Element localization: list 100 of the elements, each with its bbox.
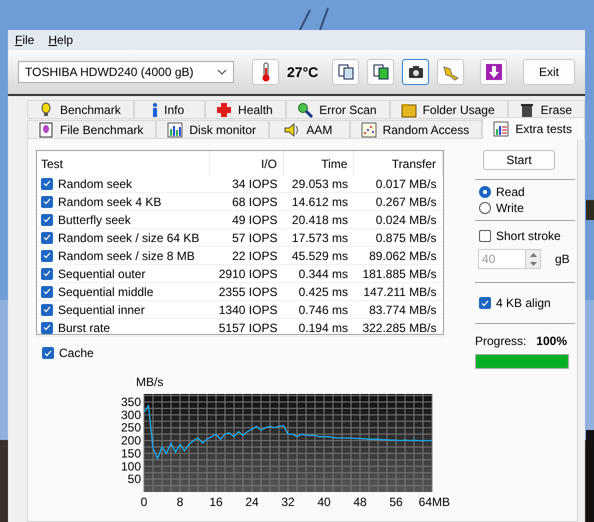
table-cell: 0.267 MB/s	[354, 192, 442, 210]
tab[interactable]: Disk monitor	[156, 120, 270, 139]
tick-label: 32	[281, 495, 295, 509]
wrench-button[interactable]	[437, 59, 464, 85]
checkbox[interactable]	[41, 322, 53, 334]
copy-icon	[336, 63, 354, 81]
tab[interactable]: Extra tests	[482, 117, 585, 139]
table-cell: 1340 IOPS	[209, 300, 284, 318]
table-cell: Sequential middle	[58, 284, 154, 298]
menu-item[interactable]: File	[15, 33, 34, 47]
axis-label: MB	[432, 495, 450, 509]
table-cell: 22 IOPS	[209, 246, 284, 264]
start-button[interactable]: Start	[483, 150, 555, 170]
camera-icon	[406, 63, 424, 81]
temperature-reading: 27°C	[287, 64, 318, 80]
tick-label: 40	[317, 495, 331, 509]
checkbox[interactable]	[41, 196, 53, 208]
table-cell: 0.194 ms	[283, 318, 354, 336]
speaker-icon	[284, 122, 300, 138]
checkbox-label: 4 KB align	[496, 296, 551, 310]
table-cell: 0.875 MB/s	[354, 228, 442, 246]
folder-icon	[400, 102, 417, 118]
cross-icon	[216, 102, 232, 118]
table-cell: Random seek / size 8 MB	[58, 248, 195, 262]
download-icon	[484, 63, 502, 81]
table-cell: 45.529 ms	[283, 246, 354, 264]
table-cell: 34 IOPS	[209, 175, 284, 192]
copy-button[interactable]	[367, 59, 394, 85]
tick-label: 0	[140, 495, 148, 509]
tab[interactable]: Health	[204, 100, 286, 119]
copy-icon	[372, 63, 390, 81]
thermometer-icon	[260, 62, 270, 82]
thermometer-button[interactable]	[252, 59, 279, 85]
table-cell: 14.612 ms	[283, 192, 354, 210]
checkbox[interactable]	[41, 178, 53, 190]
table-cell: Sequential outer	[58, 266, 146, 280]
table-cell: 68 IOPS	[209, 192, 284, 210]
table-cell: Sequential inner	[58, 302, 145, 316]
info-icon	[152, 102, 158, 118]
table-cell: 0.024 MB/s	[354, 210, 442, 228]
tab[interactable]: Folder Usage	[390, 100, 508, 119]
chart-icon	[493, 120, 510, 136]
checkbox-label: Cache	[59, 346, 94, 360]
checkbox[interactable]	[479, 297, 491, 309]
tick-label: 300	[120, 408, 141, 422]
download-button[interactable]	[480, 59, 507, 85]
checkbox[interactable]	[42, 347, 54, 359]
tab[interactable]: Random Access	[350, 120, 482, 139]
table-cell: 20.418 ms	[283, 210, 354, 228]
table-cell: 17.573 ms	[283, 228, 354, 246]
progress-reading: 100%	[536, 334, 567, 348]
copy-button[interactable]	[332, 59, 359, 85]
table-cell: Random seek	[58, 176, 132, 190]
tab[interactable]: Benchmark	[27, 100, 134, 119]
tab[interactable]: File Benchmark	[27, 120, 156, 139]
tick-label: 150	[120, 446, 141, 460]
tick-label: 16	[209, 495, 223, 509]
column-header[interactable]: I/O	[209, 151, 284, 175]
table-cell: 0.017 MB/s	[354, 175, 442, 192]
table-cell: 2355 IOPS	[209, 282, 284, 300]
tick-label: 350	[120, 395, 141, 409]
exit-button[interactable]: Exit	[523, 59, 575, 85]
tab[interactable]: AAM	[269, 120, 350, 139]
column-header[interactable]: Transfer	[354, 151, 442, 175]
table-cell: 0.425 ms	[283, 282, 354, 300]
unit-label: gB	[555, 252, 570, 266]
table-cell: 57 IOPS	[209, 228, 284, 246]
tab[interactable]: Error Scan	[286, 100, 390, 119]
tab[interactable]: Info	[134, 100, 205, 119]
column-header[interactable]: Test	[37, 151, 210, 175]
menu-item[interactable]: Help	[48, 33, 74, 47]
tick-label: 50	[128, 472, 141, 486]
checkbox[interactable]	[41, 268, 53, 280]
tick-label: 8	[176, 495, 184, 509]
table-cell: 5157 IOPS	[209, 318, 284, 336]
tick-label: 64	[418, 495, 432, 509]
checkbox[interactable]	[41, 304, 53, 316]
tick-label: 24	[245, 495, 259, 509]
radio-button[interactable]	[479, 202, 491, 214]
magnifier-icon	[297, 102, 314, 118]
table-cell: 0.746 ms	[283, 300, 354, 318]
checkbox[interactable]	[41, 250, 53, 262]
checkbox[interactable]	[41, 286, 53, 298]
checkbox[interactable]	[41, 232, 53, 244]
table-cell: Random seek / size 64 KB	[58, 230, 200, 244]
tick-label: 56	[389, 495, 403, 509]
axis-label: MB/s	[136, 375, 164, 389]
table-cell: 83.774 MB/s	[354, 300, 442, 318]
column-header[interactable]: Time	[283, 151, 354, 175]
table-cell: 29.053 ms	[283, 175, 354, 192]
table-cell: 147.211 MB/s	[354, 282, 442, 300]
checkbox[interactable]	[41, 214, 53, 226]
radio-label: Read	[496, 185, 525, 199]
table-cell: Burst rate	[58, 320, 110, 334]
camera-button[interactable]	[402, 59, 429, 85]
checkbox[interactable]	[479, 230, 491, 242]
drive-dropdown[interactable]: TOSHIBA HDWD240 (4000 gB)	[18, 61, 234, 83]
radio-button[interactable]	[479, 186, 491, 198]
table-cell: 89.062 MB/s	[354, 246, 442, 264]
tick-label: 200	[120, 434, 141, 448]
